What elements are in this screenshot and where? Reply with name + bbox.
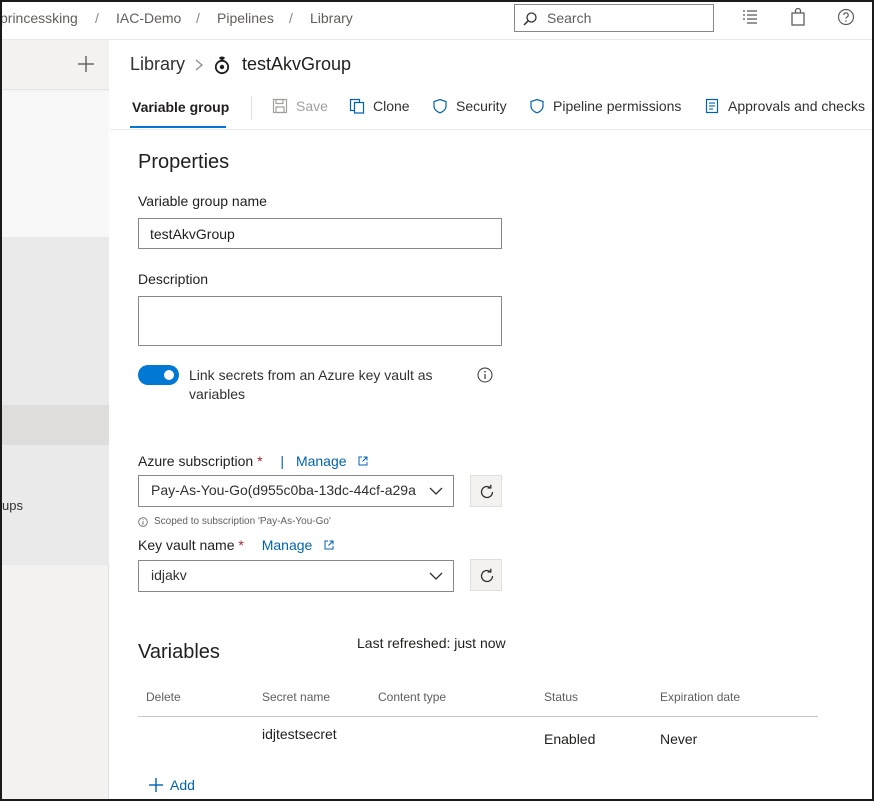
refresh-icon <box>480 568 494 583</box>
scope-note-text: Scoped to subscription 'Pay-As-You-Go' <box>154 516 331 527</box>
shopping-bag-icon[interactable] <box>789 8 807 26</box>
info-icon <box>138 517 148 527</box>
tab-variable-group[interactable]: Variable group <box>132 99 229 115</box>
clone-label: Clone <box>373 98 410 114</box>
manage-subscription-label: Manage <box>295 453 347 469</box>
pipeline-permissions-button[interactable]: Pipeline permissions <box>529 97 681 119</box>
description-field[interactable] <box>138 296 502 346</box>
refresh-subscription-button[interactable] <box>470 475 502 507</box>
search-icon <box>523 12 537 26</box>
external-link-icon <box>358 456 368 466</box>
toggle-knob <box>164 370 174 380</box>
column-header-delete: Delete <box>146 690 181 704</box>
clone-button[interactable]: Clone <box>349 97 411 119</box>
required-marker: * <box>257 453 263 469</box>
save-button[interactable]: Save <box>272 97 332 119</box>
subscription-label: Azure subscription <box>138 453 254 469</box>
sidebar-item-label[interactable]: ups <box>2 498 23 513</box>
link-secrets-toggle[interactable] <box>138 365 179 385</box>
vault-label-row: Key vault name * Manage <box>138 537 334 553</box>
manage-subscription-link[interactable]: Manage <box>296 453 368 469</box>
external-link-icon <box>324 540 334 550</box>
cell-status: Enabled <box>544 731 596 747</box>
chevron-down-icon <box>429 572 443 580</box>
clone-icon <box>349 98 365 114</box>
sidebar-list <box>2 237 109 565</box>
vault-label: Key vault name <box>138 537 235 553</box>
checklist-icon <box>705 98 719 114</box>
left-sidebar: ups <box>2 40 109 799</box>
tab-active-indicator <box>130 126 226 128</box>
column-header-secret-name[interactable]: Secret name <box>262 690 330 704</box>
cell-secret-name: idjtestsecret <box>262 726 337 742</box>
shield-icon <box>433 98 447 114</box>
app-window: princessking / IAC-Demo / Pipelines / Li… <box>0 0 874 801</box>
group-name-field[interactable]: testAkvGroup <box>138 218 502 249</box>
table-header-divider <box>138 716 818 717</box>
main-content: Library testAkvGroup Variable group Save… <box>110 40 872 799</box>
sidebar-header <box>2 40 109 90</box>
label-divider: | <box>280 453 285 469</box>
chevron-right-icon <box>195 59 203 71</box>
chevron-down-icon <box>429 487 443 495</box>
top-bar: princessking / IAC-Demo / Pipelines / Li… <box>2 2 872 40</box>
security-button[interactable]: Security <box>432 97 512 119</box>
approvals-checks-button[interactable]: Approvals and checks <box>704 97 865 119</box>
search-placeholder: Search <box>547 10 592 26</box>
task-list-icon[interactable] <box>741 8 759 26</box>
required-marker: * <box>238 537 244 553</box>
variable-group-icon <box>214 56 230 75</box>
pipeline-permissions-label: Pipeline permissions <box>553 98 682 114</box>
breadcrumb-separator: / <box>289 10 293 26</box>
toolbar: Variable group Save Clone Security Pipel… <box>110 92 872 130</box>
description-label: Description <box>138 271 209 287</box>
group-name-label: Variable group name <box>138 193 267 209</box>
subscription-dropdown[interactable]: Pay-As-You-Go(d955c0ba-13dc-44cf-a29a <box>138 475 454 507</box>
sidebar-item-selected[interactable] <box>2 405 109 445</box>
vault-value: idjakv <box>151 567 187 583</box>
breadcrumb-page[interactable]: Library <box>310 10 353 26</box>
variables-title: Variables <box>138 641 220 663</box>
column-header-content-type[interactable]: Content type <box>378 690 446 704</box>
add-label: Add <box>170 777 195 793</box>
approvals-checks-label: Approvals and checks <box>728 98 865 114</box>
search-input[interactable]: Search <box>514 4 714 32</box>
shield-icon <box>530 98 544 114</box>
link-secrets-label: Link secrets from an Azure key vault as … <box>189 367 433 402</box>
column-header-status[interactable]: Status <box>544 690 578 704</box>
manage-vault-label: Manage <box>261 537 313 553</box>
plus-icon <box>149 778 163 792</box>
group-name-value: testAkvGroup <box>150 226 235 242</box>
breadcrumb-section[interactable]: Pipelines <box>217 10 274 26</box>
cell-expiration: Never <box>660 731 698 747</box>
save-label: Save <box>296 98 328 114</box>
sidebar-section <box>2 91 109 237</box>
breadcrumb-separator: / <box>95 10 99 26</box>
refresh-icon <box>480 484 494 499</box>
variable-group-title: testAkvGroup <box>242 54 352 74</box>
breadcrumb-project[interactable]: IAC-Demo <box>116 10 181 26</box>
library-link[interactable]: Library <box>130 54 185 75</box>
security-label: Security <box>456 98 507 114</box>
help-icon[interactable] <box>837 8 855 26</box>
manage-vault-link[interactable]: Manage <box>262 537 334 553</box>
info-icon[interactable] <box>477 367 493 383</box>
vault-dropdown[interactable]: idjakv <box>138 560 454 592</box>
breadcrumb-org[interactable]: princessking <box>2 10 78 26</box>
subscription-label-row: Azure subscription * | Manage <box>138 453 368 469</box>
toolbar-divider <box>251 96 252 120</box>
subscription-value: Pay-As-You-Go(d955c0ba-13dc-44cf-a29a <box>151 482 416 498</box>
last-refreshed: Last refreshed: just now <box>357 635 506 651</box>
save-icon <box>272 98 288 114</box>
column-header-expiration[interactable]: Expiration date <box>660 690 740 704</box>
properties-title: Properties <box>138 151 230 173</box>
add-icon[interactable] <box>76 54 96 74</box>
breadcrumb-separator: / <box>196 10 200 26</box>
refresh-vault-button[interactable] <box>470 559 502 591</box>
